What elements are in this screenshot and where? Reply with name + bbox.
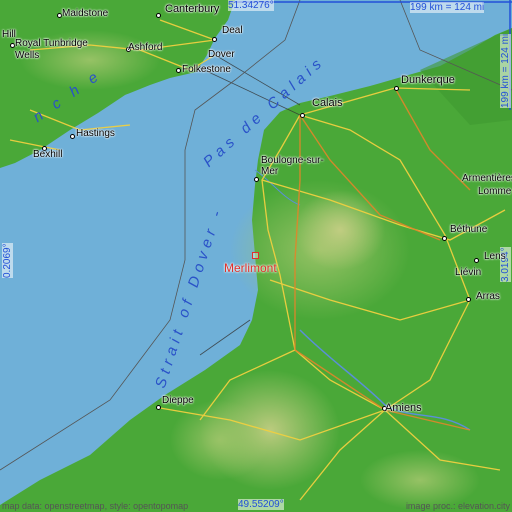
- place-royal-tunbridge[interactable]: Royal Tunbridge: [15, 39, 88, 49]
- place-dot: [474, 258, 479, 263]
- attribution-right: image proc.: elevation.city: [405, 501, 510, 511]
- place-dot: [176, 68, 181, 73]
- place-boulogne[interactable]: Boulogne-sur-: [261, 156, 324, 166]
- place-boulogne-mer[interactable]: Mer: [261, 167, 278, 177]
- place-lens[interactable]: Lens: [484, 252, 506, 262]
- attribution-bar: map data: openstreetmap, style: opentopo…: [0, 500, 512, 512]
- map-view[interactable]: n c h e Pas de Calais Strait of Dover - …: [0, 0, 512, 512]
- marker-label[interactable]: Merlimont: [224, 261, 277, 275]
- place-dot: [394, 86, 399, 91]
- place-maidstone[interactable]: Maidstone: [62, 9, 108, 19]
- place-canterbury[interactable]: Canterbury: [165, 4, 219, 15]
- place-calais[interactable]: Calais: [312, 98, 343, 109]
- coord-left: 0.2069°: [2, 243, 13, 278]
- place-dot: [70, 134, 75, 139]
- place-amiens[interactable]: Amiens: [385, 403, 422, 414]
- place-dover[interactable]: Dover: [208, 50, 235, 60]
- place-bethune[interactable]: Béthune: [450, 225, 487, 235]
- place-dot: [466, 297, 471, 302]
- place-dot: [156, 13, 161, 18]
- scale-vertical: 199 km = 124 mi: [500, 33, 511, 108]
- place-bexhill[interactable]: Bexhill: [33, 150, 62, 160]
- place-dot: [254, 177, 259, 182]
- coord-top: 51.34276°: [228, 0, 274, 11]
- place-dot: [212, 37, 217, 42]
- place-deal[interactable]: Deal: [222, 26, 243, 36]
- place-lievin[interactable]: Liévin: [455, 268, 481, 278]
- place-dunkerque[interactable]: Dunkerque: [401, 75, 455, 86]
- place-folkestone[interactable]: Folkestone: [182, 65, 231, 75]
- place-dot: [156, 405, 161, 410]
- place-ashford[interactable]: Ashford: [128, 43, 162, 53]
- attribution-left: map data: openstreetmap, style: opentopo…: [2, 501, 189, 511]
- place-armentieres[interactable]: Armentières: [462, 174, 512, 184]
- place-wells[interactable]: Wells: [15, 51, 39, 61]
- square-marker-icon[interactable]: [252, 252, 259, 259]
- place-lomme[interactable]: Lomme: [478, 187, 511, 197]
- place-hastings[interactable]: Hastings: [76, 129, 115, 139]
- place-arras[interactable]: Arras: [476, 292, 500, 302]
- scale-horizontal: 199 km = 124 mi: [410, 2, 485, 13]
- place-hill[interactable]: Hill: [2, 30, 16, 40]
- place-dot: [300, 113, 305, 118]
- place-dieppe[interactable]: Dieppe: [162, 396, 194, 406]
- place-dot: [442, 236, 447, 241]
